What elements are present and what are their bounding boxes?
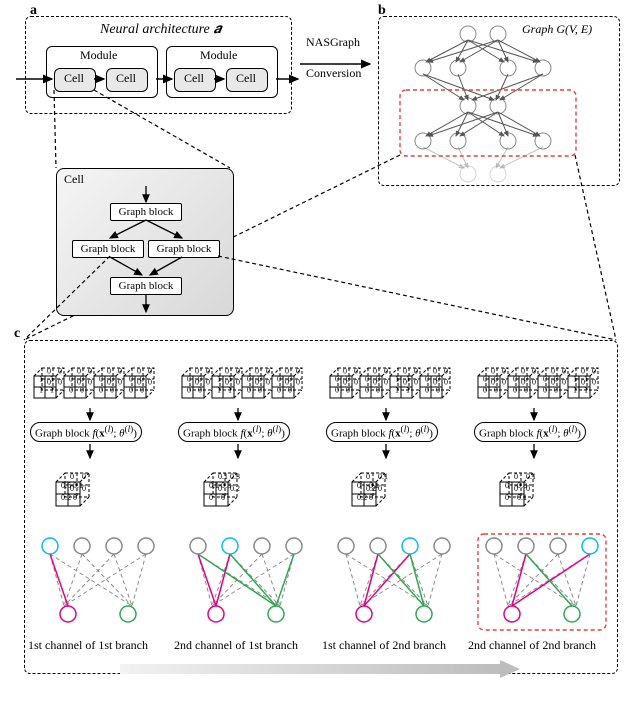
- output-tensor: 0 0.1 0 0 0 0.8 0 0.1: [492, 462, 612, 522]
- svg-text:0: 0: [514, 472, 518, 481]
- svg-text:0.1: 0.1: [517, 493, 527, 502]
- svg-text:0: 0: [505, 493, 509, 502]
- column-caption: 2nd channel of 2nd branch: [462, 638, 602, 653]
- svg-text:0.8: 0.8: [517, 481, 527, 490]
- svg-text:0.1: 0.1: [526, 472, 536, 481]
- svg-text:0: 0: [505, 481, 509, 490]
- gradient-arrow: [120, 660, 520, 680]
- bipartite-graph: [472, 530, 622, 640]
